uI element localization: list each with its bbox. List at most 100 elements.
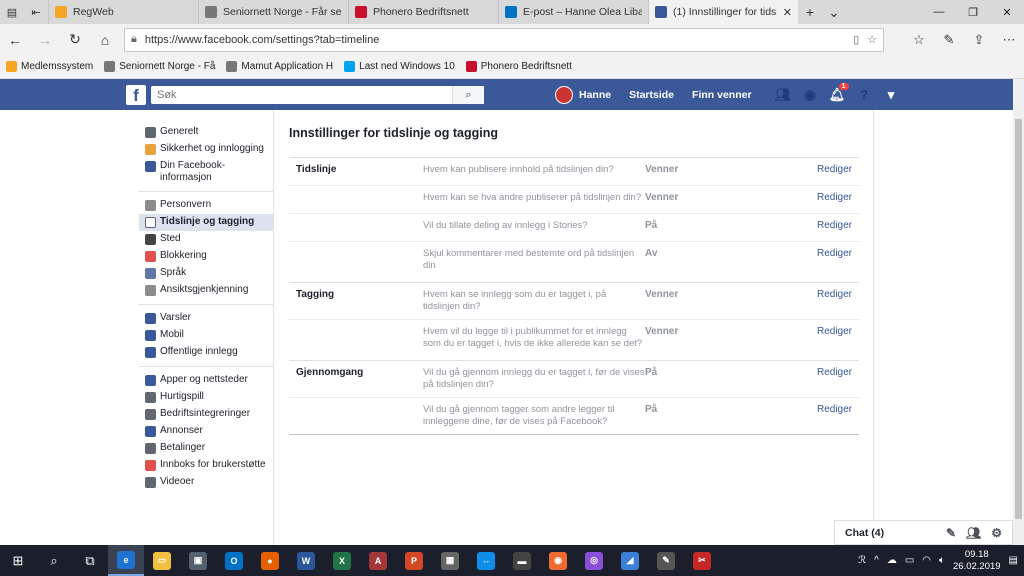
browser-tab[interactable]: Seniornett Norge - Får senio [198,0,348,24]
edit-link[interactable]: Rediger [817,248,859,259]
messenger-icon[interactable]: ◉ [797,87,824,103]
tab-overflow-icon[interactable]: ⌄ [822,0,846,24]
share-icon[interactable]: ⇪ [964,32,994,48]
help-icon[interactable]: ? [851,87,878,102]
edit-link[interactable]: Rediger [817,289,859,300]
sidebar-item[interactable]: Annonser [139,423,273,440]
windows-start-icon[interactable]: ⊞ [0,545,36,576]
back-icon[interactable]: ← [0,32,30,48]
sidebar-item[interactable]: Sikkerhet og innlogging [139,141,273,158]
browser-tab[interactable]: (1) Innstillinger for tidsli ✕ [648,0,798,24]
cloud-icon[interactable]: ☁ [887,555,897,566]
sidebar-item[interactable]: Sted [139,231,273,248]
tab-preview-icon[interactable]: ▤ [0,0,24,24]
maximize-button[interactable]: ❐ [956,0,990,24]
scrollbar-thumb[interactable] [1015,119,1022,519]
sidebar-item[interactable]: Tidslinje og tagging [139,214,273,231]
browser-tab[interactable]: E-post – Hanne Olea Libakk [498,0,648,24]
favorite-link[interactable]: Seniornett Norge - Få [104,61,215,72]
home-link[interactable]: Startside [629,89,674,101]
taskbar-app[interactable]: ▭ [144,545,180,576]
edit-link[interactable]: Rediger [817,367,859,378]
search-icon[interactable]: ⌕ [452,86,484,104]
sidebar-item[interactable]: Offentlige innlegg [139,344,273,361]
browser-tab[interactable]: Phonero Bedriftsnett [348,0,498,24]
page-scrollbar[interactable] [1013,79,1024,545]
more-menu-icon[interactable]: ⋯ [994,32,1024,48]
search-icon[interactable]: ⌕ [36,545,72,576]
edit-link[interactable]: Rediger [817,404,859,415]
action-center-icon[interactable]: ▤ [1009,555,1018,566]
sidebar-item[interactable]: Apper og nettsteder [139,372,273,389]
sidebar-item[interactable]: Personvern [139,197,273,214]
favorites-hub-icon[interactable]: ☆ [904,32,934,48]
edit-link[interactable]: Rediger [817,192,859,203]
taskbar-app[interactable]: ⇔ [468,545,504,576]
sidebar-item[interactable]: Mobil [139,327,273,344]
wifi-icon[interactable]: ◠ [922,555,931,566]
sidebar-item[interactable]: Generelt [139,124,273,141]
forward-icon[interactable]: → [30,32,60,48]
new-tab-button[interactable]: + [798,0,822,24]
taskbar-app[interactable]: ◢ [612,545,648,576]
sidebar-item[interactable]: Varsler [139,310,273,327]
facebook-logo-icon[interactable]: f [126,85,146,105]
find-friends-link[interactable]: Finn venner [692,89,752,101]
friend-requests-icon[interactable]: 👥︎ [770,87,797,103]
refresh-icon[interactable]: ↻ [60,31,90,48]
sidebar-item[interactable]: Din Facebook-informasjon [139,158,273,186]
edit-link[interactable]: Rediger [817,326,859,337]
taskbar-app[interactable]: A [360,545,396,576]
minimize-button[interactable]: — [922,0,956,24]
reading-view-icon[interactable]: ▯ [853,33,859,46]
taskbar-app[interactable]: ◎ [576,545,612,576]
volume-icon[interactable]: 🔈︎ [939,555,945,566]
taskbar-app[interactable]: ▬ [504,545,540,576]
sidebar-item[interactable]: Betalinger [139,440,273,457]
taskbar-app[interactable]: e [108,545,144,576]
taskbar-app[interactable]: ✂ [684,545,720,576]
taskbar-app[interactable]: W [288,545,324,576]
sidebar-item[interactable]: Ansiktsgjenkjenning [139,282,273,299]
favorite-link[interactable]: Last ned Windows 10 [344,61,455,72]
taskbar-app[interactable]: P [396,545,432,576]
new-message-icon[interactable]: ✎ [946,526,956,540]
close-tab-icon[interactable]: ✕ [783,6,792,19]
close-window-button[interactable]: ✕ [990,0,1024,24]
chat-label[interactable]: Chat (4) [845,527,884,539]
notes-pen-icon[interactable]: ✎ [934,32,964,48]
clock[interactable]: 09.18 26.02.2019 [953,549,1001,573]
edit-link[interactable]: Rediger [817,164,859,175]
battery-icon[interactable]: ▭ [905,555,914,566]
notifications-icon[interactable]: 🔔︎ 1 [824,82,851,103]
taskbar-app[interactable]: X [324,545,360,576]
taskbar-app[interactable]: ▣ [180,545,216,576]
browser-tab[interactable]: RegWeb [48,0,198,24]
favorite-link[interactable]: Mamut Application H [226,61,333,72]
favorite-link[interactable]: Phonero Bedriftsnett [465,61,572,72]
sidebar-item[interactable]: Språk [139,265,273,282]
favorite-link[interactable]: Medlemssystem [6,61,93,72]
profile-link[interactable]: Hanne [579,89,611,101]
tray-chevron-icon[interactable]: ^ [874,555,879,566]
sidebar-item[interactable]: Videoer [139,474,273,491]
edit-link[interactable]: Rediger [817,220,859,231]
sidebar-item[interactable]: Bedriftsintegreringer [139,406,273,423]
search-input[interactable] [151,87,451,103]
avatar[interactable] [555,85,573,104]
url-field[interactable]: 🔒︎ https://www.facebook.com/settings?tab… [124,27,884,52]
taskbar-app[interactable]: ◉ [540,545,576,576]
set-aside-tabs-icon[interactable]: ⇤ [24,0,48,24]
home-icon[interactable]: ⌂ [90,32,120,48]
taskbar-app[interactable]: ✎ [648,545,684,576]
group-chat-icon[interactable]: 👥︎ [966,526,981,540]
sidebar-item[interactable]: Innboks for brukerstøtte [139,457,273,474]
account-menu-icon[interactable]: ▾ [878,87,905,103]
taskbar-app[interactable]: ● [252,545,288,576]
url-text[interactable]: https://www.facebook.com/settings?tab=ti… [145,34,845,46]
people-icon[interactable]: ℛ [858,555,866,566]
taskbar-app[interactable]: O [216,545,252,576]
chat-settings-icon[interactable]: ⚙ [991,526,1002,540]
taskbar-app[interactable]: ▦ [432,545,468,576]
chat-bar[interactable]: Chat (4) ✎ 👥︎ ⚙ [834,520,1013,545]
